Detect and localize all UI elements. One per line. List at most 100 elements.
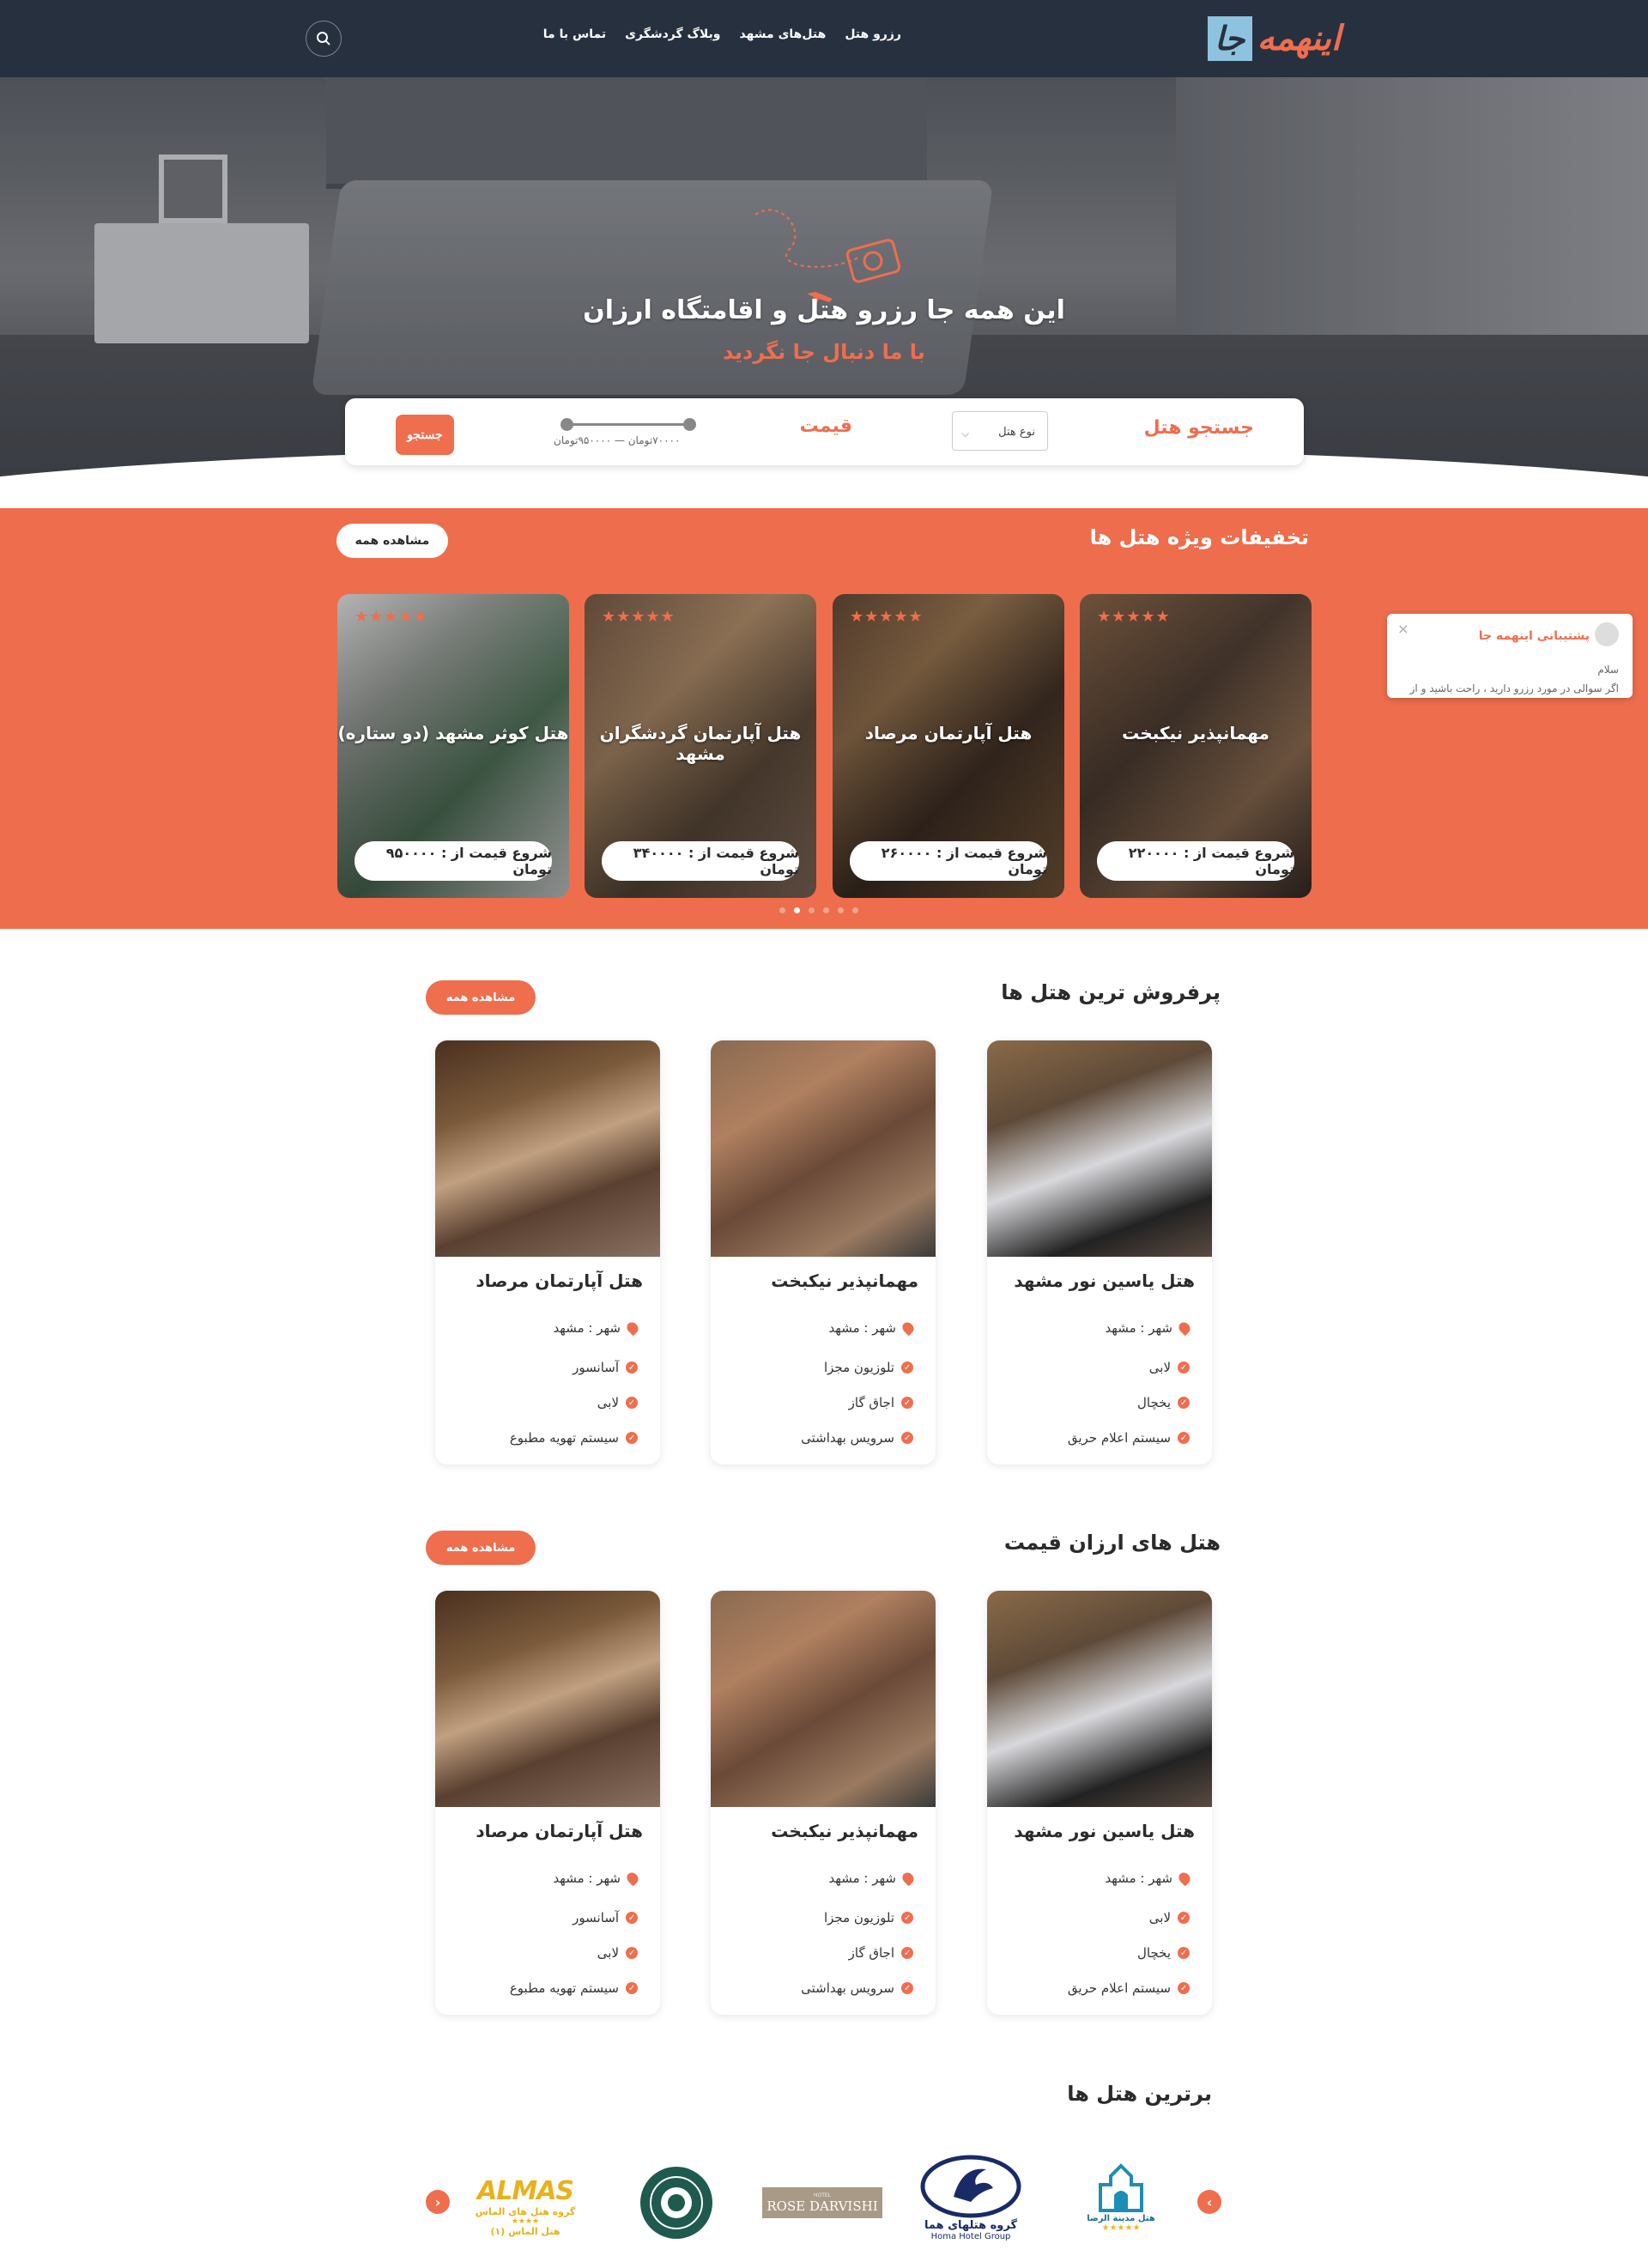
- cheap-hotels-title: هتل های ارزان قیمت: [1003, 1531, 1221, 1555]
- ornament-seal-logo[interactable]: [635, 2162, 718, 2244]
- hotel-city: شهر : مشهد: [828, 1870, 917, 1887]
- chevron-down-icon: ⌵: [961, 428, 970, 440]
- hotel-type-select[interactable]: نوع هتل ⌵: [952, 411, 1048, 451]
- carousel-dot[interactable]: [852, 907, 858, 913]
- check-icon: ✓: [1178, 1982, 1190, 1994]
- carousel-prev-arrow-icon[interactable]: ‹: [426, 2190, 450, 2214]
- hotel-name: هتل یاسین نور مشهد: [1014, 1270, 1195, 1291]
- logo-text: اینهمه: [1257, 19, 1342, 58]
- carousel-dot[interactable]: [838, 907, 844, 913]
- offer-card[interactable]: ★★★★★ مهمانپذیر نیکبخت شروع قیمت از : ۲۲…: [1080, 594, 1312, 898]
- hotel-feature: ✓ یخچال: [1137, 1395, 1190, 1410]
- hotel-feature: ✓ سیستم تهویه مطبوع: [510, 1430, 638, 1446]
- hotel-name: هتل یاسین نور مشهد: [1014, 1821, 1195, 1841]
- location-pin-icon: [900, 1870, 917, 1887]
- hotel-city: شهر : مشهد: [1105, 1870, 1193, 1887]
- main-menu: رزرو هتل هتل‌های مشهد وبلاگ گردشگری تماس…: [543, 27, 901, 41]
- site-logo[interactable]: اینهمه جا: [1207, 15, 1342, 62]
- hotel-feature: ✓ لابی: [597, 1395, 638, 1410]
- offer-card[interactable]: ★★★★★ هتل آپارتمان مرصاد شروع قیمت از : …: [833, 594, 1064, 898]
- hotel-feature: ✓ لابی: [1149, 1360, 1190, 1375]
- hotel-feature: ✓ سیستم تهویه مطبوع: [510, 1980, 638, 1996]
- search-button[interactable]: [306, 21, 342, 57]
- hotel-feature: ✓ اجاق گاز: [849, 1945, 913, 1961]
- hotel-feature: ✓ لابی: [1149, 1910, 1190, 1925]
- hero-subtitle: با ما دنبال جا نگردید: [723, 340, 925, 364]
- rose-darvishi-logo[interactable]: HOTEL ROSE DARVISHI: [762, 2187, 882, 2218]
- special-offers-section: تخفیفات ویژه هتل ها مشاهده همه ★★★★★ مهم…: [0, 508, 1648, 929]
- hotel-city: شهر : مشهد: [828, 1319, 917, 1337]
- bestsellers-title: پرفروش ترین هتل ها: [1001, 980, 1221, 1004]
- support-chat-widget[interactable]: پشتیبانی اینهمه جا × سلام اگر سوالی در م…: [1387, 614, 1633, 698]
- location-pin-icon: [624, 1319, 641, 1337]
- hotel-type-value: نوع هتل: [998, 426, 1035, 439]
- madinat-alreza-logo[interactable]: هتل مدینة الرضا ★★★★★: [1087, 2150, 1155, 2245]
- offers-see-all-button[interactable]: مشاهده همه: [336, 524, 448, 558]
- hotel-feature: ✓ لابی: [597, 1945, 638, 1961]
- carousel-dot[interactable]: [779, 907, 785, 913]
- support-greeting: سلام: [1597, 664, 1619, 676]
- hotel-image: [987, 1591, 1212, 1807]
- close-icon[interactable]: ×: [1397, 621, 1409, 637]
- check-icon: ✓: [901, 1397, 913, 1409]
- top-brands-title: برترین هتل ها: [1067, 2082, 1212, 2106]
- range-max-handle[interactable]: [683, 418, 696, 431]
- check-icon: ✓: [1178, 1947, 1190, 1959]
- check-icon: ✓: [626, 1982, 638, 1994]
- star-rating-icon: ★★★★★: [354, 608, 428, 626]
- carousel-dot-active[interactable]: [794, 907, 800, 913]
- hotel-feature: ✓ سیستم اعلام حریق: [1068, 1980, 1190, 1996]
- hotel-feature: ✓ تلوزیون مجزا: [824, 1910, 913, 1925]
- search-submit-button[interactable]: جستجو: [396, 415, 454, 455]
- offer-card[interactable]: ★★★★★ هتل آپارتمان گردشگران مشهد شروع قی…: [585, 594, 816, 898]
- menu-item-mashhad-hotels[interactable]: هتل‌های مشهد: [739, 27, 826, 41]
- offer-price: شروع قیمت از : ۹۵۰۰۰۰ تومان: [354, 841, 552, 881]
- check-icon: ✓: [1178, 1361, 1190, 1374]
- star-rating-icon: ★★★★★: [602, 608, 676, 626]
- hotel-name: هتل آپارتمان مرصاد: [476, 1821, 643, 1841]
- offers-title: تخفیفات ویژه هتل ها: [1089, 525, 1309, 549]
- offer-card[interactable]: ★★★★★ هتل کوثر مشهد (دو ستاره) شروع قیمت…: [337, 594, 569, 898]
- hotel-card[interactable]: هتل آپارتمان مرصاد شهر : مشهد ✓ آسانسور ✓…: [435, 1040, 660, 1464]
- carousel-dot[interactable]: [809, 907, 815, 913]
- carousel-dot[interactable]: [823, 907, 829, 913]
- hotel-card[interactable]: هتل یاسین نور مشهد شهر : مشهد ✓ لابی ✓ یخچ…: [987, 1040, 1212, 1464]
- support-title: پشتیبانی اینهمه جا: [1478, 629, 1590, 643]
- hotel-card[interactable]: هتل یاسین نور مشهد شهر : مشهد ✓ لابی ✓ یخچ…: [987, 1591, 1212, 2015]
- hotel-feature: ✓ سرویس بهداشتی: [801, 1430, 913, 1446]
- support-avatar: [1595, 622, 1619, 646]
- hotel-card[interactable]: مهمانپذیر نیکبخت شهر : مشهد ✓ تلوزیون مجز…: [711, 1040, 936, 1464]
- homa-logo[interactable]: گروه هتلهای هما Homa Hotel Group: [915, 2142, 1027, 2253]
- menu-item-contact[interactable]: تماس با ما: [543, 27, 606, 41]
- hotel-image: [435, 1591, 660, 1807]
- location-pin-icon: [1176, 1319, 1193, 1337]
- hotel-image: [711, 1040, 936, 1257]
- almas-logo[interactable]: ALMAS گروه هتل های الماس ★★★★ هتل الماس …: [474, 2163, 577, 2249]
- offer-hotel-name: هتل کوثر مشهد (دو ستاره): [337, 723, 569, 743]
- check-icon: ✓: [626, 1947, 638, 1959]
- check-icon: ✓: [901, 1912, 913, 1924]
- hotel-card[interactable]: مهمانپذیر نیکبخت شهر : مشهد ✓ تلوزیون مجز…: [711, 1591, 936, 2015]
- check-icon: ✓: [626, 1361, 638, 1374]
- range-min-handle[interactable]: [560, 418, 573, 431]
- check-icon: ✓: [901, 1982, 913, 1994]
- offer-price: شروع قیمت از : ۲۲۰۰۰۰ تومان: [1097, 841, 1294, 881]
- hotel-name: مهمانپذیر نیکبخت: [771, 1821, 918, 1841]
- offer-hotel-name: هتل آپارتمان گردشگران مشهد: [599, 723, 802, 764]
- bestsellers-see-all-button[interactable]: مشاهده همه: [426, 980, 536, 1015]
- hotel-feature: ✓ یخچال: [1137, 1945, 1190, 1961]
- logo-box: جا: [1207, 16, 1252, 61]
- hotel-name: مهمانپذیر نیکبخت: [771, 1270, 918, 1291]
- star-rating-icon: ★★★★★: [1101, 2223, 1141, 2233]
- carousel-next-arrow-icon[interactable]: ›: [1197, 2190, 1221, 2214]
- check-icon: ✓: [626, 1912, 638, 1924]
- menu-item-hotel-booking[interactable]: رزرو هتل: [845, 27, 901, 41]
- check-icon: ✓: [1178, 1432, 1190, 1444]
- hotel-feature: ✓ آسانسور: [573, 1360, 638, 1375]
- cheap-see-all-button[interactable]: مشاهده همه: [426, 1531, 536, 1565]
- star-rating-icon: ★★★★★: [850, 608, 924, 626]
- check-icon: ✓: [1178, 1912, 1190, 1924]
- menu-item-blog[interactable]: وبلاگ گردشگری: [625, 27, 720, 41]
- hotel-card[interactable]: هتل آپارتمان مرصاد شهر : مشهد ✓ آسانسور ✓…: [435, 1591, 660, 2015]
- hotel-feature: ✓ سرویس بهداشتی: [801, 1980, 913, 1996]
